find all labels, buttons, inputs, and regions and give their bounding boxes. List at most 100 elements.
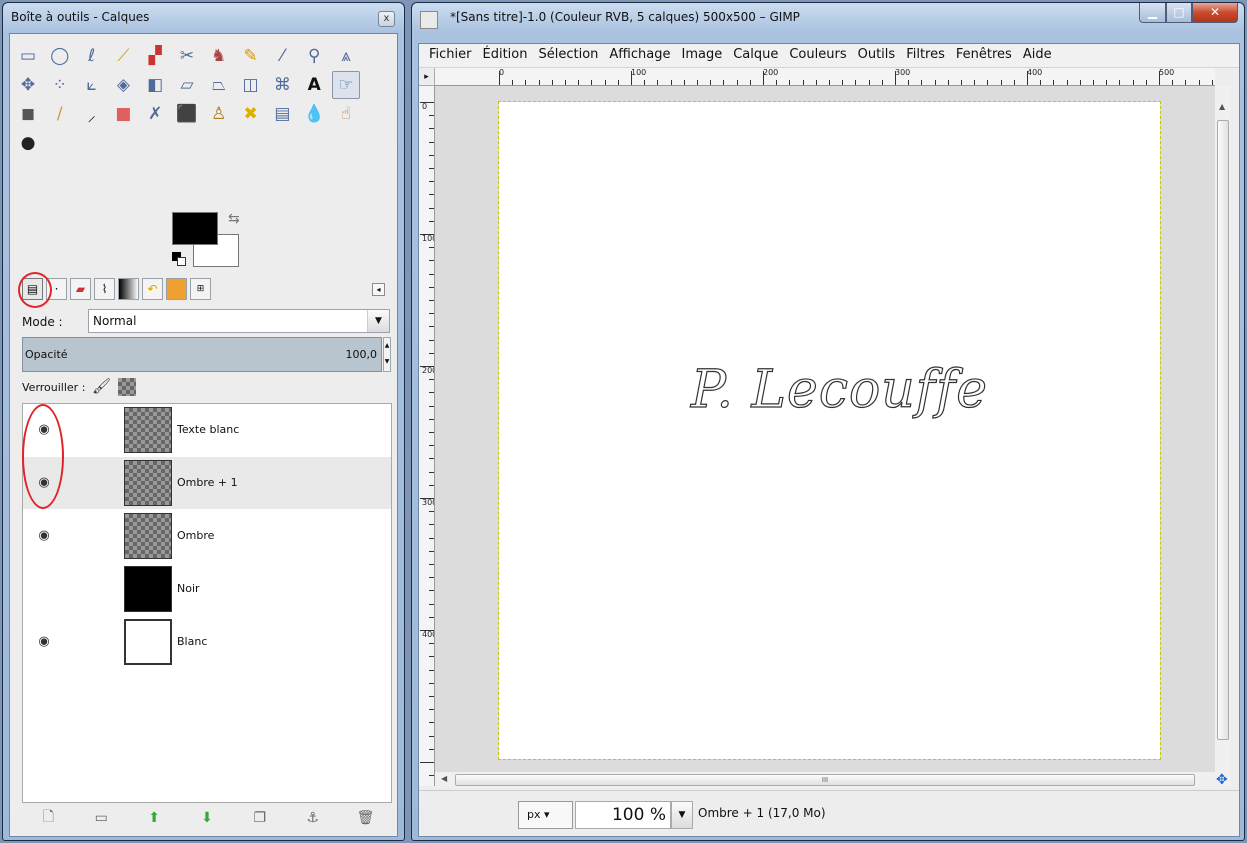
menu-affichage[interactable]: Affichage bbox=[609, 44, 670, 67]
maximize-button[interactable]: □ bbox=[1166, 3, 1192, 23]
menu-outils[interactable]: Outils bbox=[858, 44, 896, 67]
clone-icon[interactable]: ♙ bbox=[205, 100, 233, 128]
foreground-select-icon[interactable]: ♞ bbox=[205, 42, 233, 70]
menu-selection[interactable]: Sélection bbox=[538, 44, 598, 67]
color-select-icon[interactable]: ▞ bbox=[141, 42, 169, 70]
layer-row[interactable]: ◉ Ombre bbox=[23, 510, 391, 562]
menu-image[interactable]: Image bbox=[681, 44, 722, 67]
lock-alpha-icon[interactable] bbox=[118, 378, 136, 396]
unified-transform-icon[interactable]: ☞ bbox=[331, 71, 360, 99]
blur-icon[interactable]: 💧 bbox=[300, 100, 328, 128]
close-window-button[interactable]: ✕ bbox=[1192, 3, 1238, 23]
paths-icon[interactable]: ✎ bbox=[237, 42, 265, 70]
airbrush-icon[interactable]: ✗ bbox=[141, 100, 169, 128]
eraser-icon[interactable]: ■ bbox=[109, 100, 137, 128]
layer-row[interactable]: Noir bbox=[23, 563, 391, 615]
layer-row-selected[interactable]: ◉ Ombre + 1 bbox=[23, 457, 391, 509]
blend-icon[interactable]: ◼ bbox=[14, 100, 42, 128]
pencil-icon[interactable]: / bbox=[46, 100, 74, 128]
measure-icon[interactable]: ⩓ bbox=[332, 42, 360, 70]
menu-aide[interactable]: Aide bbox=[1023, 44, 1052, 67]
swap-colors-icon[interactable]: ⇆ bbox=[228, 211, 240, 227]
menu-fichier[interactable]: Fichier bbox=[429, 44, 472, 67]
rect-select-icon[interactable]: ▭ bbox=[14, 42, 42, 70]
opacity-slider[interactable]: Opacité 100,0 bbox=[22, 337, 382, 372]
cage-icon[interactable]: ⌘ bbox=[268, 71, 296, 99]
menu-calque[interactable]: Calque bbox=[733, 44, 778, 67]
layer-row[interactable]: ◉ Blanc bbox=[23, 616, 391, 668]
delete-layer-icon[interactable]: 🗑 bbox=[353, 810, 377, 826]
horizontal-scroll-thumb[interactable]: III bbox=[455, 774, 1195, 786]
tab-menu-button[interactable]: ◂ bbox=[372, 283, 385, 296]
perspective-icon[interactable]: ⏢ bbox=[205, 71, 233, 99]
tab-paths[interactable]: ⌇ bbox=[94, 278, 115, 300]
flip-icon[interactable]: ◫ bbox=[237, 71, 265, 99]
paintbrush-icon[interactable]: ⸝ bbox=[78, 100, 106, 128]
image-window-client: Fichier Édition Sélection Affichage Imag… bbox=[418, 43, 1240, 837]
align-icon[interactable]: ⁘ bbox=[46, 71, 74, 99]
layer-name[interactable]: Texte blanc bbox=[177, 423, 239, 436]
dodge-burn-icon[interactable]: ● bbox=[14, 129, 42, 157]
layer-name[interactable]: Ombre bbox=[177, 529, 214, 542]
tab-sample-points[interactable]: ⊞ bbox=[190, 278, 211, 300]
unit-select[interactable]: px ▾ bbox=[518, 801, 573, 829]
layer-name[interactable]: Blanc bbox=[177, 635, 207, 648]
color-picker-icon[interactable]: ⁄ bbox=[268, 42, 296, 70]
ellipse-select-icon[interactable]: ◯ bbox=[46, 42, 74, 70]
zoom-dropdown-icon[interactable]: ▼ bbox=[671, 801, 693, 829]
minimize-button[interactable]: ▁ bbox=[1139, 3, 1166, 23]
move-icon[interactable]: ✥ bbox=[14, 71, 42, 99]
quick-mask-toggle[interactable]: ▸ bbox=[419, 68, 435, 86]
new-group-icon[interactable]: ▭ bbox=[89, 810, 113, 826]
eye-icon[interactable]: ◉ bbox=[33, 528, 55, 543]
heal-icon[interactable]: ✖ bbox=[237, 100, 265, 128]
canvas-area[interactable]: P. Lecouffe bbox=[435, 86, 1215, 786]
text-icon[interactable]: A bbox=[300, 71, 328, 99]
chevron-down-icon[interactable]: ▼ bbox=[367, 310, 389, 332]
ruler-tick bbox=[855, 80, 857, 85]
navigate-icon[interactable]: ✥ bbox=[1216, 772, 1228, 788]
new-layer-icon[interactable]: 🗋 bbox=[36, 806, 60, 830]
default-colors-icon[interactable] bbox=[172, 252, 186, 266]
anchor-layer-icon[interactable]: ⚓ bbox=[301, 810, 325, 826]
scale-icon[interactable]: ◧ bbox=[141, 71, 169, 99]
layer-name[interactable]: Noir bbox=[177, 582, 200, 595]
vertical-scroll-thumb[interactable] bbox=[1217, 120, 1229, 740]
image-canvas[interactable]: P. Lecouffe bbox=[498, 101, 1161, 760]
menu-filtres[interactable]: Filtres bbox=[906, 44, 945, 67]
layer-name[interactable]: Ombre + 1 bbox=[177, 476, 238, 489]
scroll-left-icon[interactable]: ◀ bbox=[441, 774, 447, 783]
lock-pixels-icon[interactable]: 🖌 bbox=[92, 377, 111, 395]
zoom-input[interactable]: 100 % bbox=[575, 801, 671, 829]
eye-icon[interactable]: ◉ bbox=[33, 634, 55, 649]
ruler-v-label: 400 bbox=[422, 630, 434, 639]
mode-select[interactable]: Normal ▼ bbox=[88, 309, 390, 333]
horizontal-scrollbar[interactable]: ◀ III bbox=[435, 772, 1215, 788]
ink-icon[interactable]: ⬛ bbox=[173, 100, 201, 128]
tab-colors[interactable] bbox=[166, 278, 187, 300]
vertical-scrollbar[interactable]: ▲ bbox=[1215, 86, 1231, 786]
opacity-spinner[interactable]: ▲ ▼ bbox=[383, 337, 391, 372]
smudge-icon[interactable]: ☝ bbox=[332, 100, 360, 128]
scroll-up-icon[interactable]: ▲ bbox=[1219, 102, 1225, 111]
fuzzy-select-icon[interactable]: ⟋ bbox=[109, 42, 137, 70]
layer-row[interactable]: ◉ Texte blanc bbox=[23, 404, 391, 456]
close-button[interactable]: x bbox=[378, 11, 395, 27]
zoom-icon[interactable]: ⚲ bbox=[300, 42, 328, 70]
tab-channels[interactable]: ▰ bbox=[70, 278, 91, 300]
lower-layer-icon[interactable]: ⬇ bbox=[195, 810, 219, 826]
menu-fenetres[interactable]: Fenêtres bbox=[956, 44, 1012, 67]
free-select-icon[interactable]: ℓ bbox=[78, 42, 106, 70]
menu-couleurs[interactable]: Couleurs bbox=[789, 44, 846, 67]
shear-icon[interactable]: ▱ bbox=[173, 71, 201, 99]
crop-icon[interactable]: ⟀ bbox=[78, 71, 106, 99]
tab-undo-history[interactable]: ↶ bbox=[142, 278, 163, 300]
rotate-icon[interactable]: ◈ bbox=[109, 71, 137, 99]
scissors-select-icon[interactable]: ✂ bbox=[173, 42, 201, 70]
menu-edition[interactable]: Édition bbox=[483, 44, 528, 67]
tab-gradients[interactable] bbox=[118, 278, 139, 300]
duplicate-layer-icon[interactable]: ❐ bbox=[248, 810, 272, 826]
raise-layer-icon[interactable]: ⬆ bbox=[142, 810, 166, 826]
foreground-color-front[interactable] bbox=[172, 212, 218, 245]
perspective-clone-icon[interactable]: ▤ bbox=[268, 100, 296, 128]
